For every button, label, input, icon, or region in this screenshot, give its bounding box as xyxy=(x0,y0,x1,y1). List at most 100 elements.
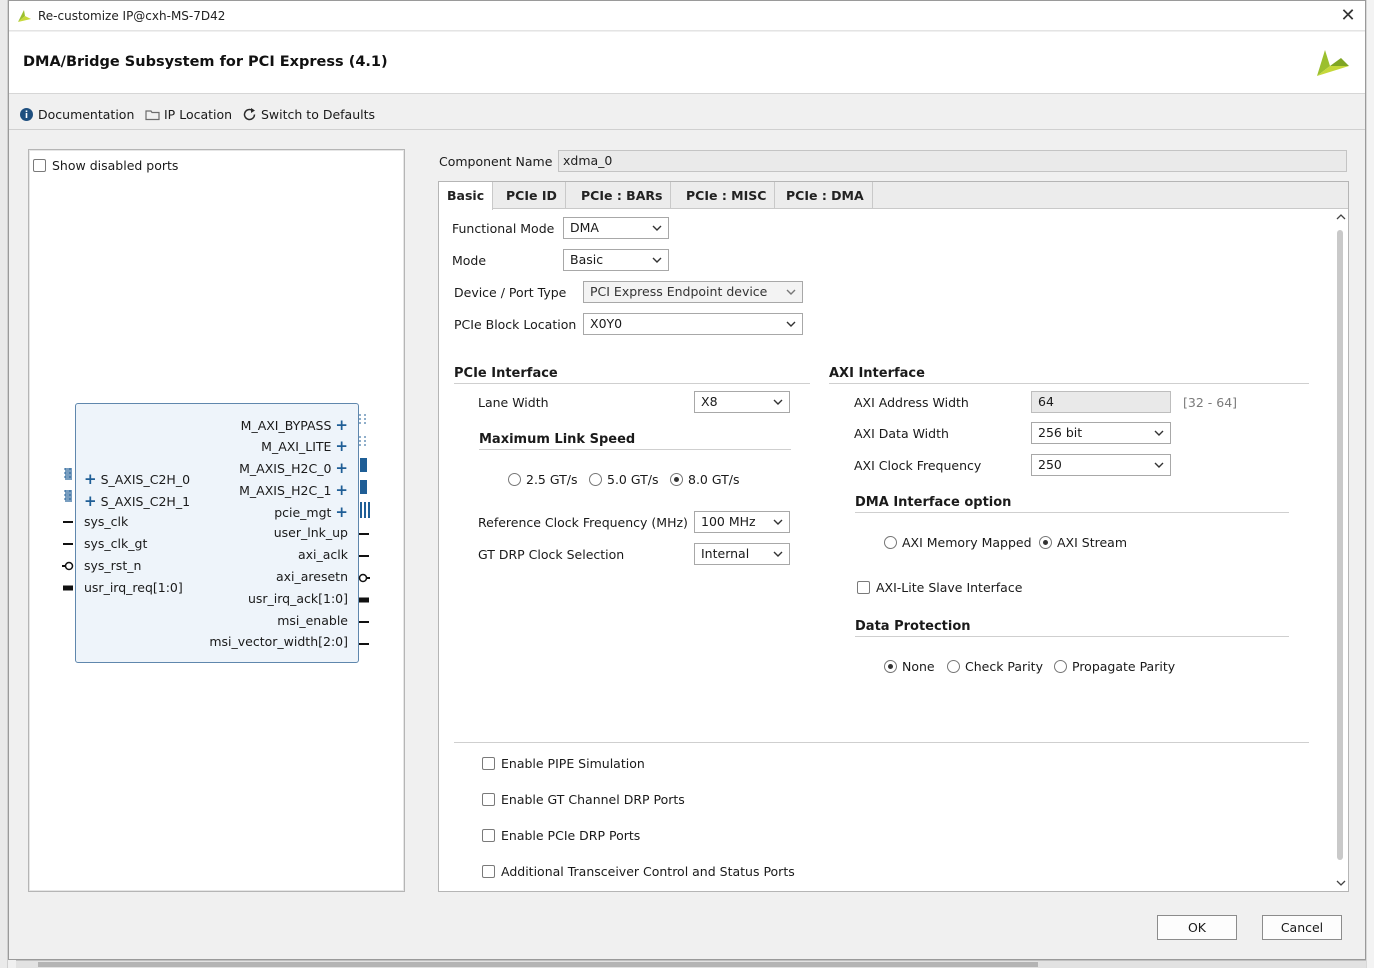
title-bar: Re-customize IP@cxh-MS-7D42 ✕ xyxy=(9,1,1365,31)
radio-circle[interactable] xyxy=(1054,660,1067,673)
background-horizontal-scrollbar[interactable] xyxy=(16,960,1366,968)
enable-gt-channel-drp-checkbox[interactable]: Enable GT Channel DRP Ports xyxy=(482,792,685,807)
checkbox-box[interactable] xyxy=(857,581,870,594)
ref-clock-select[interactable]: 100 MHz xyxy=(694,511,790,533)
tab-pcie-misc[interactable]: PCIe : MISC xyxy=(678,182,776,209)
tab-pcie-bars[interactable]: PCIe : BARs xyxy=(573,182,672,209)
radio-circle[interactable] xyxy=(508,473,521,486)
section-divider xyxy=(454,383,810,384)
port-msi-enable[interactable]: msi_enable xyxy=(277,613,348,628)
port-s-axis-c2h-1[interactable]: + S_AXIS_C2H_1 xyxy=(84,492,190,510)
ip-location-label: IP Location xyxy=(164,106,233,122)
enable-pcie-drp-checkbox[interactable]: Enable PCIe DRP Ports xyxy=(482,828,640,843)
expand-plus-icon[interactable]: + xyxy=(335,503,348,521)
expand-plus-icon[interactable]: + xyxy=(335,459,348,477)
radio-circle[interactable] xyxy=(947,660,960,673)
port-m-axis-h2c-0[interactable]: M_AXIS_H2C_0 + xyxy=(239,459,348,477)
tab-pcie-dma[interactable]: PCIe : DMA xyxy=(778,182,873,209)
functional-mode-select[interactable]: DMA xyxy=(563,217,669,239)
port-m-axi-lite[interactable]: M_AXI_LITE + xyxy=(261,437,348,455)
pcie-block-location-select[interactable]: X0Y0 xyxy=(583,313,803,335)
dialog-header: DMA/Bridge Subsystem for PCI Express (4.… xyxy=(9,32,1365,94)
axi-address-width-label: AXI Address Width xyxy=(854,395,969,410)
checkbox-box[interactable] xyxy=(482,793,495,806)
link-speed-5-0-radio[interactable]: 5.0 GT/s xyxy=(589,472,658,487)
pcie-interface-heading: PCIe Interface xyxy=(454,366,558,381)
expand-plus-icon[interactable]: + xyxy=(84,470,97,488)
axi-stream-radio[interactable]: AXI Stream xyxy=(1039,535,1127,550)
chevron-down-icon xyxy=(786,289,796,295)
component-name-field[interactable]: xdma_0 xyxy=(558,150,1347,172)
device-port-type-select[interactable]: PCI Express Endpoint device xyxy=(583,281,803,303)
axi-address-width-field[interactable]: 64 xyxy=(1031,391,1171,413)
gt-drp-clock-select[interactable]: Internal xyxy=(694,543,790,565)
axi-memory-mapped-radio[interactable]: AXI Memory Mapped xyxy=(884,535,1032,550)
checkbox-box[interactable] xyxy=(33,159,46,172)
radio-circle-selected[interactable] xyxy=(884,660,897,673)
show-disabled-ports-checkbox[interactable]: Show disabled ports xyxy=(33,158,178,173)
axi-data-width-select[interactable]: 256 bit xyxy=(1031,422,1171,444)
additional-transceiver-ports-checkbox[interactable]: Additional Transceiver Control and Statu… xyxy=(482,864,795,879)
port-sys-clk[interactable]: sys_clk xyxy=(84,514,128,529)
config-tab-panel: Basic PCIe ID PCIe : BARs PCIe : MISC PC… xyxy=(438,181,1349,892)
dma-interface-heading: DMA Interface option xyxy=(855,495,1012,510)
lane-width-select[interactable]: X8 xyxy=(694,391,790,413)
scroll-up-icon[interactable] xyxy=(1336,213,1346,221)
radio-circle-selected[interactable] xyxy=(1039,536,1052,549)
link-speed-8-0-radio[interactable]: 8.0 GT/s xyxy=(670,472,739,487)
ok-button[interactable]: OK xyxy=(1157,915,1237,940)
port-usr-irq-ack[interactable]: usr_irq_ack[1:0] xyxy=(248,591,348,606)
section-divider xyxy=(479,449,791,450)
switch-to-defaults-button[interactable]: Switch to Defaults xyxy=(242,105,375,123)
enable-pipe-simulation-checkbox[interactable]: Enable PIPE Simulation xyxy=(482,756,645,771)
scrollbar-thumb[interactable] xyxy=(1337,230,1343,860)
bottom-options-divider xyxy=(454,742,1309,743)
expand-plus-icon[interactable]: + xyxy=(84,492,97,510)
close-button[interactable]: ✕ xyxy=(1337,5,1359,27)
port-pcie-mgt[interactable]: pcie_mgt + xyxy=(274,503,348,521)
scroll-down-icon[interactable] xyxy=(1336,879,1346,887)
toolbar-divider xyxy=(9,129,1365,130)
chevron-down-icon xyxy=(786,321,796,327)
parity-none-radio[interactable]: None xyxy=(884,659,935,674)
port-axi-aresetn[interactable]: axi_aresetn xyxy=(276,569,348,584)
chevron-down-icon xyxy=(773,399,783,405)
link-speed-2-5-radio[interactable]: 2.5 GT/s xyxy=(508,472,577,487)
check-parity-radio[interactable]: Check Parity xyxy=(947,659,1043,674)
gt-drp-clock-label: GT DRP Clock Selection xyxy=(478,547,625,562)
ip-location-button[interactable]: IP Location xyxy=(145,105,232,123)
port-sys-rst-n[interactable]: sys_rst_n xyxy=(84,558,141,573)
checkbox-box[interactable] xyxy=(482,829,495,842)
scrollbar-thumb[interactable] xyxy=(38,962,1038,967)
checkbox-box[interactable] xyxy=(482,865,495,878)
port-m-axi-bypass[interactable]: M_AXI_BYPASS + xyxy=(241,416,348,434)
radio-circle[interactable] xyxy=(589,473,602,486)
expand-plus-icon[interactable]: + xyxy=(335,416,348,434)
axi-clock-frequency-select[interactable]: 250 xyxy=(1031,454,1171,476)
port-usr-irq-req[interactable]: usr_irq_req[1:0] xyxy=(84,580,183,595)
radio-circle[interactable] xyxy=(884,536,897,549)
axi-lite-slave-checkbox[interactable]: AXI-Lite Slave Interface xyxy=(857,580,1022,595)
expand-plus-icon[interactable]: + xyxy=(335,437,348,455)
port-m-axis-h2c-1[interactable]: M_AXIS_H2C_1 + xyxy=(239,481,348,499)
port-axi-aclk[interactable]: axi_aclk xyxy=(298,547,348,562)
checkbox-box[interactable] xyxy=(482,757,495,770)
port-s-axis-c2h-0[interactable]: + S_AXIS_C2H_0 xyxy=(84,470,190,488)
ip-block-symbol: M_AXI_BYPASS + M_AXI_LITE + M_AXIS_H2C_0… xyxy=(75,403,359,663)
ref-clock-label: Reference Clock Frequency (MHz) xyxy=(478,515,688,530)
port-msi-vector-width[interactable]: msi_vector_width[2:0] xyxy=(209,634,348,649)
port-sys-clk-gt[interactable]: sys_clk_gt xyxy=(84,536,147,551)
tab-pcie-id[interactable]: PCIe ID xyxy=(498,182,566,209)
chevron-down-icon xyxy=(773,551,783,557)
radio-circle-selected[interactable] xyxy=(670,473,683,486)
tab-basic[interactable]: Basic xyxy=(439,182,494,210)
mode-select[interactable]: Basic xyxy=(563,249,669,271)
background-window-strip xyxy=(1366,0,1374,968)
port-user-lnk-up[interactable]: user_lnk_up xyxy=(274,525,348,540)
expand-plus-icon[interactable]: + xyxy=(335,481,348,499)
propagate-parity-radio[interactable]: Propagate Parity xyxy=(1054,659,1175,674)
documentation-button[interactable]: Documentation xyxy=(19,105,134,123)
mode-label: Mode xyxy=(452,253,487,268)
vertical-scrollbar[interactable] xyxy=(1334,210,1347,891)
cancel-button[interactable]: Cancel xyxy=(1262,915,1342,940)
